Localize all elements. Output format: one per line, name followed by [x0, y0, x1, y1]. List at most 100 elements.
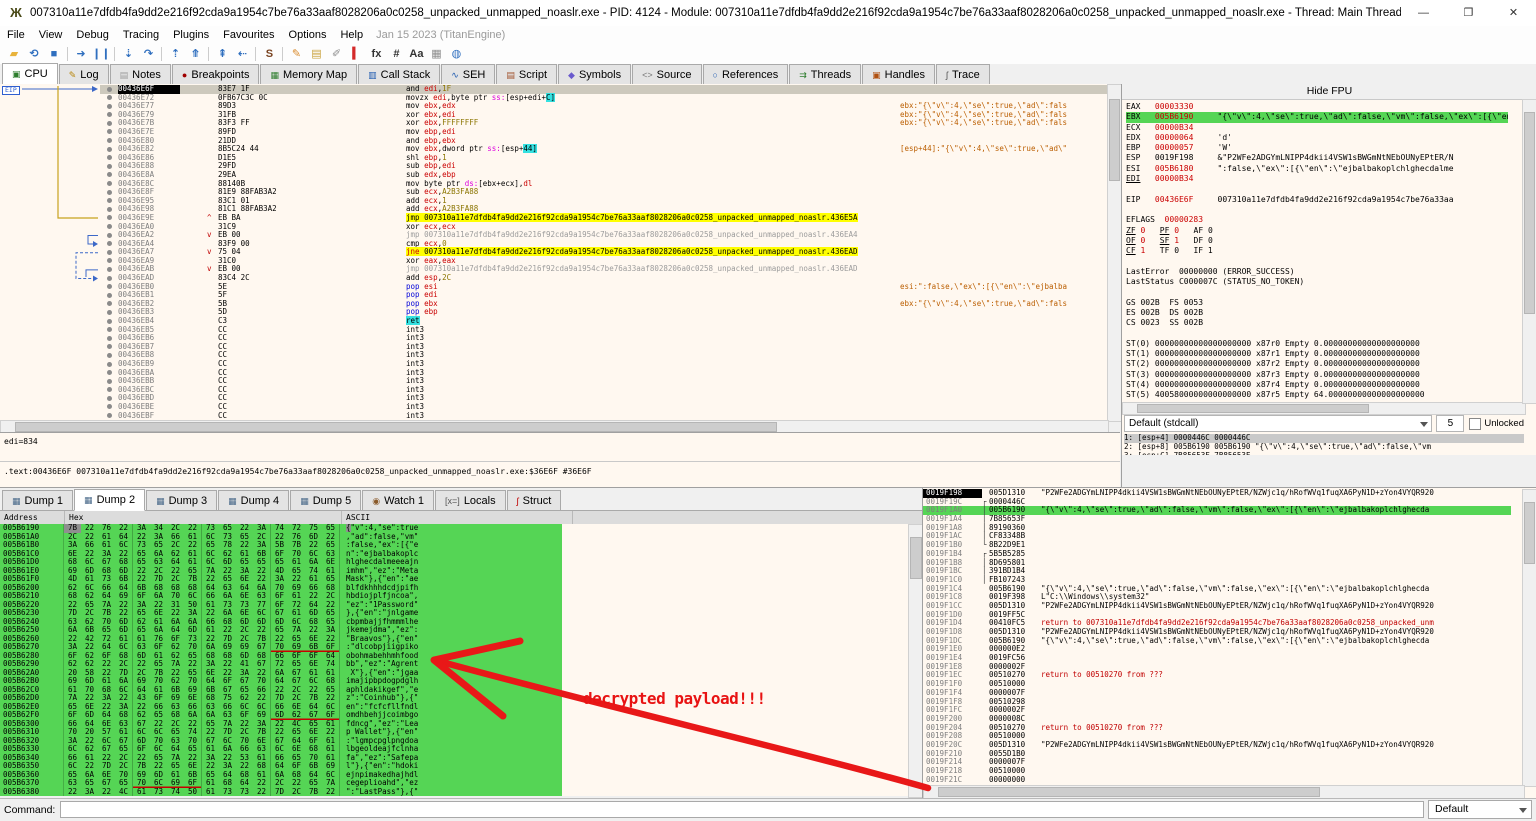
run-icon[interactable]: ➜	[72, 46, 90, 63]
trace-into-icon[interactable]: ⇠	[233, 46, 251, 63]
breakpoint-dot[interactable]	[100, 291, 118, 300]
register-line[interactable]: ESP 0019F198 &"P2WFe2ADGYmLNIPP4dkii4VSW…	[1126, 153, 1508, 163]
tab-breakpoints[interactable]: ●Breakpoints	[172, 64, 260, 84]
register-line[interactable]: EDI 00000B34	[1126, 174, 1508, 184]
tab-trace[interactable]: ʃTrace	[936, 64, 990, 84]
register-line[interactable]: LastError 00000000 (ERROR_SUCCESS)	[1126, 267, 1508, 277]
register-line[interactable]: ST(1) 00000000000000000000 x87r1 Empty 0…	[1126, 349, 1508, 359]
breakpoint-dot[interactable]	[100, 308, 118, 317]
breakpoint-dot[interactable]	[100, 145, 118, 154]
breakpoint-dot[interactable]	[100, 188, 118, 197]
disasm-row[interactable]: 00436E7B83F3 FFxor ebx,FFFFFFFFebx:"{\"v…	[100, 119, 1120, 128]
register-line[interactable]	[1126, 287, 1508, 297]
disasm-row[interactable]: 00436EB15Fpop edi	[100, 291, 1120, 300]
menu-item-help[interactable]: Help	[333, 26, 370, 44]
breakpoint-dot[interactable]	[100, 214, 118, 223]
disasm-row[interactable]: 00436E8829FDsub ebp,edi	[100, 162, 1120, 171]
restart-icon[interactable]: ⟲	[25, 46, 43, 63]
profile-select[interactable]: Default	[1428, 800, 1532, 819]
breakpoint-dot[interactable]	[100, 317, 118, 326]
menu-item-options[interactable]: Options	[282, 26, 334, 44]
register-line[interactable]: EBX 005B6190 "{\"v\":4,\"se\":true,\"ad\…	[1126, 112, 1508, 122]
stack-row[interactable]: 0019F21C 00000000	[923, 776, 1511, 785]
register-line[interactable]	[1126, 205, 1508, 215]
registers-pane[interactable]: Hide FPU EAX 00003330EBX 005B6190 "{\"v\…	[1121, 84, 1536, 455]
unlocked-checkbox[interactable]: Unlocked	[1469, 418, 1524, 430]
breakpoint-dot[interactable]	[100, 128, 118, 137]
register-line[interactable]: EAX 00003330	[1126, 102, 1508, 112]
tab-locals[interactable]: [x=]Locals	[435, 490, 506, 510]
breakpoint-dot[interactable]	[100, 360, 118, 369]
disassembly-vscrollbar[interactable]	[1107, 84, 1122, 422]
register-line[interactable]: EBP 00000057 'W'	[1126, 143, 1508, 153]
breakpoint-dot[interactable]	[100, 102, 118, 111]
step-over-icon[interactable]: ↷	[139, 46, 157, 63]
breakpoint-dot[interactable]	[100, 180, 118, 189]
calculator-icon[interactable]: ▦	[427, 46, 445, 63]
tab-dump-5[interactable]: ▦Dump 5	[290, 490, 361, 510]
breakpoint-dot[interactable]	[100, 171, 118, 180]
breakpoint-dot[interactable]	[100, 412, 118, 420]
calling-convention-select[interactable]: Default (stdcall)	[1124, 415, 1432, 432]
disasm-row[interactable]: 00436EB4C3ret	[100, 317, 1120, 326]
breakpoint-dot[interactable]	[100, 137, 118, 146]
disasm-row[interactable]: 00436EA2vEB 00jmp 007310a11e7dfdb4fa9dd2…	[100, 231, 1120, 240]
disasm-row[interactable]: 00436EB35Dpop ebp	[100, 308, 1120, 317]
register-line[interactable]: ST(0) 00000000000000000000 x87r0 Empty 0…	[1126, 339, 1508, 349]
tab-log[interactable]: ✎Log	[59, 64, 109, 84]
disasm-row[interactable]: 00436EB25Bpop ebxebx:"{\"v\":4,\"se\":tr…	[100, 300, 1120, 309]
pause-icon[interactable]: ❙❙	[92, 46, 110, 63]
close-button[interactable]: ✕	[1491, 0, 1536, 26]
menu-item-favourites[interactable]: Favourites	[216, 26, 281, 44]
disasm-row[interactable]: 00436EAD83C4 2Cadd esp,2C	[100, 274, 1120, 283]
stop-icon[interactable]: ■	[45, 46, 63, 63]
tab-script[interactable]: ▤Script	[496, 64, 557, 84]
disasm-row[interactable]: 00436EBACCint3	[100, 369, 1120, 378]
disasm-row[interactable]: 00436E8A29EAsub edx,ebp	[100, 171, 1120, 180]
breakpoint-dot[interactable]	[100, 154, 118, 163]
breakpoint-dot[interactable]	[100, 111, 118, 120]
hide-fpu-button[interactable]: Hide FPU	[1122, 84, 1536, 100]
breakpoint-dot[interactable]	[100, 274, 118, 283]
tab-source[interactable]: <>Source	[632, 64, 701, 84]
menu-item-file[interactable]: File	[0, 26, 32, 44]
breakpoint-dot[interactable]	[100, 351, 118, 360]
disasm-row[interactable]: 00436E7931FBxor ebx,ediebx:"{\"v\":4,\"s…	[100, 111, 1120, 120]
breakpoint-dot[interactable]	[100, 162, 118, 171]
disasm-row[interactable]: 00436E7E89FDmov ebp,edi	[100, 128, 1120, 137]
registers-vscrollbar[interactable]	[1522, 99, 1536, 404]
register-line[interactable]: ST(5) 40058000000000000000 x87r5 Empty 6…	[1126, 390, 1508, 400]
disasm-row[interactable]: 00436EBECCint3	[100, 403, 1120, 412]
browser-icon[interactable]: ◍	[447, 46, 465, 63]
register-line[interactable]: CF 1 TF 0 IF 1	[1126, 246, 1508, 256]
label-icon[interactable]: ✐	[327, 46, 345, 63]
dump-pane[interactable]: ▦Dump 1▦Dump 2▦Dump 3▦Dump 4▦Dump 5◉Watc…	[0, 487, 922, 799]
breakpoint-dot[interactable]	[100, 119, 118, 128]
stack-hscrollbar[interactable]	[923, 785, 1525, 799]
register-line[interactable]: ST(3) 00000000000000000000 x87r3 Empty 0…	[1126, 370, 1508, 380]
disasm-row[interactable]: 00436EA7v75 04jne 007310a11e7dfdb4fa9dd2…	[100, 248, 1120, 257]
script-icon[interactable]: S	[260, 46, 278, 63]
disassembly-pane[interactable]: EIP 00436E6F83E7 1Fand edi,1F00436E720FB…	[0, 84, 1120, 420]
register-line[interactable]: OF 0 SF 1 DF 0	[1126, 236, 1508, 246]
tab-call-stack[interactable]: ▥Call Stack	[358, 64, 440, 84]
execute-till-return-icon[interactable]: ⇡	[166, 46, 184, 63]
disasm-row[interactable]: 00436EBBCCint3	[100, 377, 1120, 386]
registers-hscrollbar[interactable]	[1122, 402, 1526, 415]
breakpoint-dot[interactable]	[100, 265, 118, 274]
disasm-row[interactable]: 00436E86D1E5shl ebp,1	[100, 154, 1120, 163]
register-line[interactable]: EFLAGS 00000283	[1126, 215, 1508, 225]
breakpoint-dot[interactable]	[100, 197, 118, 206]
disasm-row[interactable]: 00436EB5CCint3	[100, 326, 1120, 335]
menu-item-view[interactable]: View	[32, 26, 70, 44]
register-line[interactable]: ESI 005B6180 ":false,\"ex\":[{\"en\":\"e…	[1126, 164, 1508, 174]
argument-row[interactable]: 1: [esp+4] 0000446C 0000446C	[1124, 434, 1524, 443]
menu-item-tracing[interactable]: Tracing	[116, 26, 166, 44]
comment-icon[interactable]: ▤	[307, 46, 325, 63]
register-line[interactable]: CS 0023 SS 002B	[1126, 318, 1508, 328]
menu-item-plugins[interactable]: Plugins	[166, 26, 216, 44]
disasm-row[interactable]: 00436EABvEB 00jmp 007310a11e7dfdb4fa9dd2…	[100, 265, 1120, 274]
breakpoint-dot[interactable]	[100, 94, 118, 103]
register-line[interactable]: ST(4) 00000000000000000000 x87r4 Empty 0…	[1126, 380, 1508, 390]
stack-vscrollbar[interactable]	[1522, 489, 1536, 787]
